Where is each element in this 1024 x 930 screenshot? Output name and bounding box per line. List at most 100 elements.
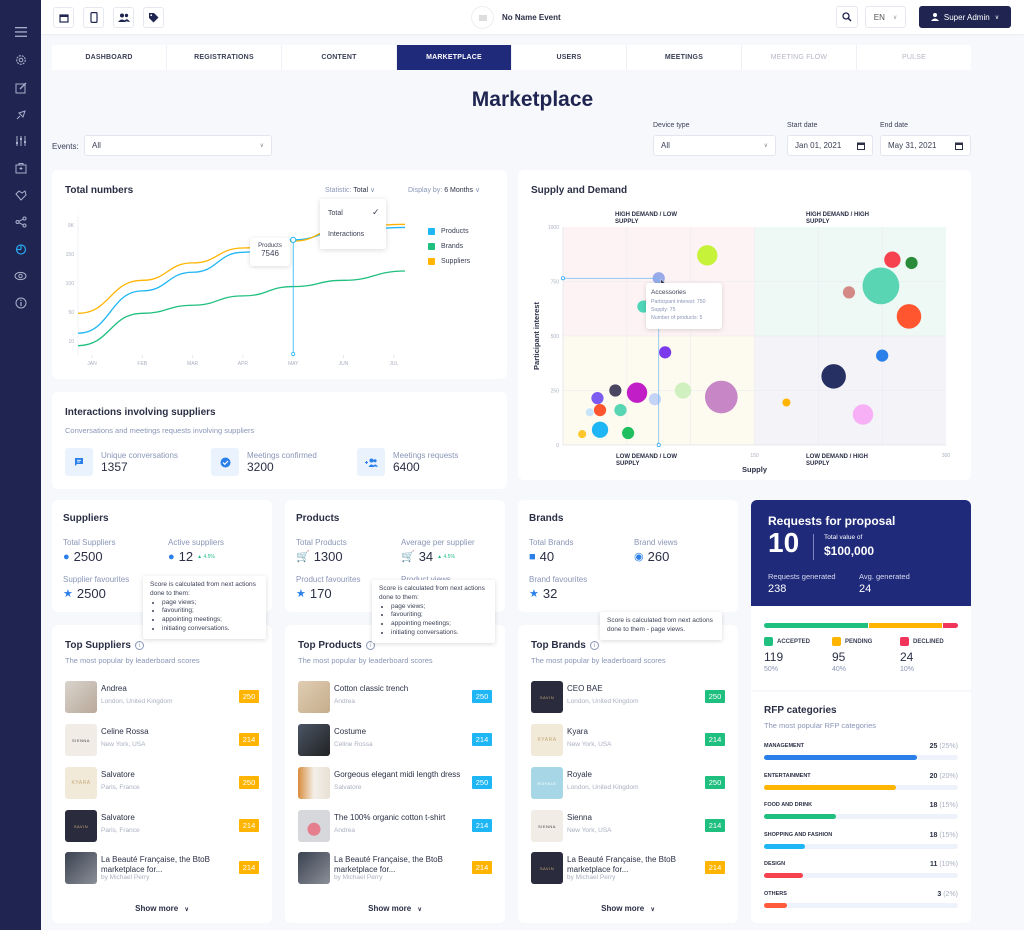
device-type-select[interactable]: All ∨: [653, 135, 776, 156]
item-sub: Andrea: [334, 698, 355, 705]
bubble: [659, 346, 672, 359]
eye-icon[interactable]: [0, 266, 41, 286]
item-thumbnail: [298, 852, 330, 884]
handshake-icon[interactable]: [0, 185, 41, 205]
info-icon[interactable]: [0, 293, 41, 313]
list-item[interactable]: La Beauté Française, the BtoB marketplac…: [298, 852, 492, 884]
tooltip-text: Score is calculated from next actions do…: [379, 585, 485, 601]
kpi-label: Brand favourites: [529, 575, 588, 584]
bubble: [591, 392, 604, 405]
sliders-icon[interactable]: [0, 131, 41, 151]
list-item[interactable]: KYARA Salvatore Paris, France 250: [65, 767, 259, 799]
show-more-button[interactable]: Show more ∨: [52, 904, 272, 913]
show-more-button[interactable]: Show more ∨: [285, 904, 505, 913]
users-icon[interactable]: [113, 7, 134, 28]
user-menu-button[interactable]: Super Admin ∨: [919, 6, 1011, 28]
item-thumbnail: KYARA: [531, 724, 563, 756]
mobile-icon[interactable]: [83, 7, 104, 28]
tab-dashboard[interactable]: DASHBOARD: [52, 45, 167, 70]
star-icon: ★: [296, 588, 306, 600]
list-item[interactable]: ROYALE Royale London, United Kingdom 250: [531, 767, 725, 799]
item-name: Cotton classic trench: [334, 684, 409, 693]
list-item[interactable]: Andrea London, United Kingdom 250: [65, 681, 259, 713]
dropdown-option-interactions[interactable]: Interactions: [328, 231, 364, 238]
gear-icon[interactable]: [0, 50, 41, 70]
score-badge: 214: [705, 861, 725, 874]
list-item[interactable]: Gorgeous elegant midi length dress Salvat…: [298, 767, 492, 799]
rfp-status-bar: [764, 623, 958, 628]
status-value: 24: [900, 650, 914, 664]
list-item[interactable]: SAVIN Salvatore Paris, France 214: [65, 810, 259, 842]
category-progress-fill: [764, 784, 896, 790]
tab-registrations[interactable]: REGISTRATIONS: [167, 45, 282, 70]
end-date-label: End date: [880, 122, 909, 129]
list-item[interactable]: SAVIN CEO BAE London, United Kingdom 250: [531, 681, 725, 713]
legend-products[interactable]: Products: [428, 228, 469, 235]
user-active-icon: ●: [168, 550, 175, 563]
tab-pulse[interactable]: PULSE: [857, 45, 971, 70]
show-more-button[interactable]: Show more ∨: [518, 904, 738, 913]
category-label: ENTERTAINMENT: [764, 772, 811, 779]
x-tick-label: JAN: [87, 361, 97, 367]
category-label: FOOD AND DRINK: [764, 802, 813, 808]
event-selector[interactable]: No Name Event: [471, 6, 561, 29]
share-icon[interactable]: [0, 212, 41, 232]
tab-meetings[interactable]: MEETINGS: [627, 45, 742, 70]
tab-meeting-flow[interactable]: MEETING FLOW: [742, 45, 857, 70]
top-brands-card: Top Brands i The most popular by leaderbo…: [518, 625, 738, 923]
legend-brands[interactable]: Brands: [428, 243, 463, 250]
list-item[interactable]: SIENNA Sienna New York, USA 214: [531, 810, 725, 842]
info-icon[interactable]: i: [134, 641, 144, 650]
legend-suppliers[interactable]: Suppliers: [428, 258, 470, 265]
category-row: FOOD AND DRINK 18 (15%): [764, 802, 958, 824]
item-thumbnail: SAVIN: [531, 681, 563, 713]
category-label: MANAGEMENT: [764, 743, 805, 749]
list-item[interactable]: KYARA Kyara New York, USA 214: [531, 724, 725, 756]
show-more-label: Show more: [368, 904, 412, 913]
list-item[interactable]: Cotton classic trench Andrea 250: [298, 681, 492, 713]
briefcase-icon[interactable]: [0, 158, 41, 178]
dropdown-option-total[interactable]: Total: [328, 210, 343, 217]
user-name: Super Admin: [943, 12, 990, 22]
list-item[interactable]: SAVIN La Beauté Française, the BtoB marke…: [531, 852, 725, 884]
list-item[interactable]: Costume Celine Rossa 214: [298, 724, 492, 756]
events-select[interactable]: All ∨: [84, 135, 272, 156]
language-select[interactable]: EN ∨: [865, 6, 906, 28]
category-value: 11 (10%): [929, 861, 958, 868]
tab-content[interactable]: CONTENT: [282, 45, 397, 70]
search-button[interactable]: [836, 6, 858, 28]
pie-chart-icon[interactable]: [0, 239, 41, 259]
score-tooltip-suppliers: Score is calculated from next actions do…: [143, 576, 266, 639]
kpi-value: 260: [647, 549, 670, 564]
calendar-icon[interactable]: [53, 7, 74, 28]
tab-users[interactable]: USERS: [512, 45, 627, 70]
list-item[interactable]: The 100% organic cotton t-shirt Andrea 214: [298, 810, 492, 842]
display-by-label: Display by:: [408, 187, 443, 194]
list-item[interactable]: La Beauté Française, the BtoB marketplac…: [65, 852, 259, 884]
card-subtitle: The most popular by leaderboard scores: [298, 656, 433, 665]
card-title: Top Brands i: [531, 640, 599, 651]
x-tick-label: 150: [750, 453, 759, 459]
score-badge: 250: [705, 690, 725, 703]
item-name: Kyara: [567, 727, 588, 736]
x-tick-label: JUN: [339, 361, 349, 367]
status-pending: PENDING: [832, 637, 872, 646]
info-icon[interactable]: i: [589, 641, 599, 650]
tooltip-value: 7546: [261, 249, 279, 258]
display-by-select[interactable]: Display by: 6 Months ∨: [408, 186, 480, 194]
kpi-total-suppliers: ● 2500: [63, 549, 103, 564]
menu-icon[interactable]: [0, 22, 41, 42]
topbar: No Name Event EN ∨ Super Admin ∨: [41, 0, 1024, 34]
tooltip-text: Score is calculated from next actions do…: [150, 581, 256, 597]
list-item[interactable]: SIENNA Celine Rossa New York, USA 214: [65, 724, 259, 756]
tag-icon[interactable]: [143, 7, 164, 28]
status-bar-segment: [764, 623, 868, 628]
y-axis-label: Participant interest: [532, 302, 541, 370]
bubble: [697, 245, 718, 266]
category-progress-track: [764, 755, 958, 760]
start-date-input[interactable]: Jan 01, 2021: [787, 135, 873, 156]
highlight-point: [290, 236, 297, 243]
series-line-brands: [77, 270, 406, 347]
end-date-input[interactable]: May 31, 2021: [880, 135, 971, 156]
tab-marketplace[interactable]: MARKETPLACE: [397, 45, 512, 70]
